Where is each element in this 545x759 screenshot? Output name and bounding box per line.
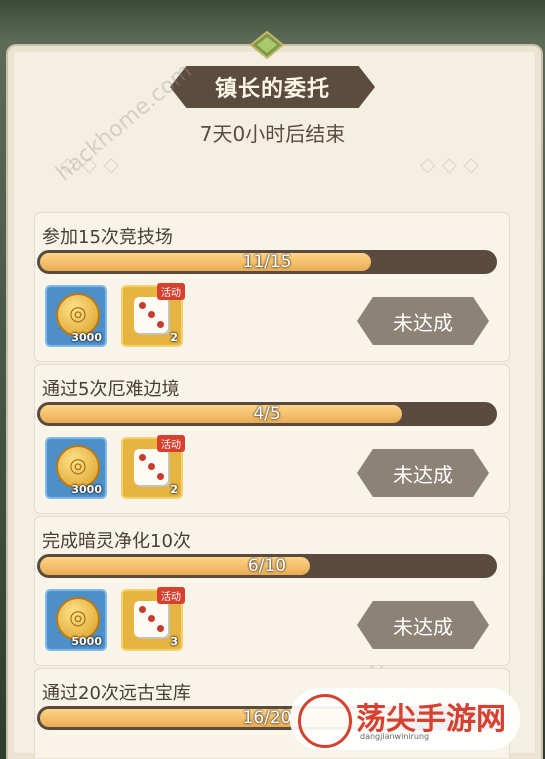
event-tag: 活动 [157, 435, 185, 452]
watermark-sub-text: dangjianwinirung [360, 732, 430, 741]
task-title: 通过20次远古宝库 [42, 683, 191, 704]
task-card: 完成暗灵净化10次 6/10 ◎ 5000 活动 3 未达成 [34, 516, 510, 666]
reward-dice[interactable]: 活动 3 [121, 587, 185, 651]
reward-quantity: 3 [170, 635, 178, 648]
not-completed-button[interactable]: 未达成 [357, 601, 489, 649]
status-label: 未达成 [393, 310, 453, 335]
dice-icon [134, 297, 168, 333]
task-card: 通过5次厄难边境 4/5 ◎ 3000 活动 2 未达成 [34, 364, 510, 514]
event-tag: 活动 [157, 587, 185, 604]
progress-bar: 6/10 [37, 554, 497, 578]
task-title: 完成暗灵净化10次 [42, 531, 191, 552]
chef-hat-logo-icon [298, 694, 352, 748]
dice-icon [134, 601, 168, 637]
not-completed-button[interactable]: 未达成 [357, 297, 489, 345]
dice-icon [134, 449, 168, 485]
progress-text: 4/5 [253, 404, 281, 424]
gem-ornament-icon [249, 30, 285, 60]
dialog-title: 镇长的委托 [214, 77, 330, 102]
task-title: 参加15次竞技场 [42, 227, 173, 248]
status-label: 未达成 [393, 614, 453, 639]
dialog-title-ribbon: 镇长的委托 [170, 66, 375, 108]
reward-quantity: 2 [170, 483, 178, 496]
progress-text: 6/10 [247, 556, 287, 576]
progress-bar: 11/15 [37, 250, 497, 274]
status-label: 未达成 [393, 462, 453, 487]
progress-text: 11/15 [242, 252, 292, 272]
not-completed-button[interactable]: 未达成 [357, 449, 489, 497]
site-watermark: 荡尖手游网 dangjianwinirung [290, 688, 520, 750]
reward-coin[interactable]: ◎ 3000 [45, 285, 107, 347]
reward-dice[interactable]: 活动 2 [121, 435, 185, 499]
diamond-divider-icon: ◇ ◇ ◇ [420, 152, 479, 176]
reward-dice[interactable]: 活动 2 [121, 283, 185, 347]
reward-coin[interactable]: ◎ 5000 [45, 589, 107, 651]
task-title: 通过5次厄难边境 [42, 379, 180, 400]
reward-quantity: 3000 [71, 483, 102, 496]
event-tag: 活动 [157, 283, 185, 300]
reward-coin[interactable]: ◎ 3000 [45, 437, 107, 499]
reward-quantity: 5000 [71, 635, 102, 648]
task-card: 参加15次竞技场 11/15 ◎ 3000 活动 2 未达成 [34, 212, 510, 362]
reward-quantity: 3000 [71, 331, 102, 344]
reward-quantity: 2 [170, 331, 178, 344]
progress-bar: 4/5 [37, 402, 497, 426]
